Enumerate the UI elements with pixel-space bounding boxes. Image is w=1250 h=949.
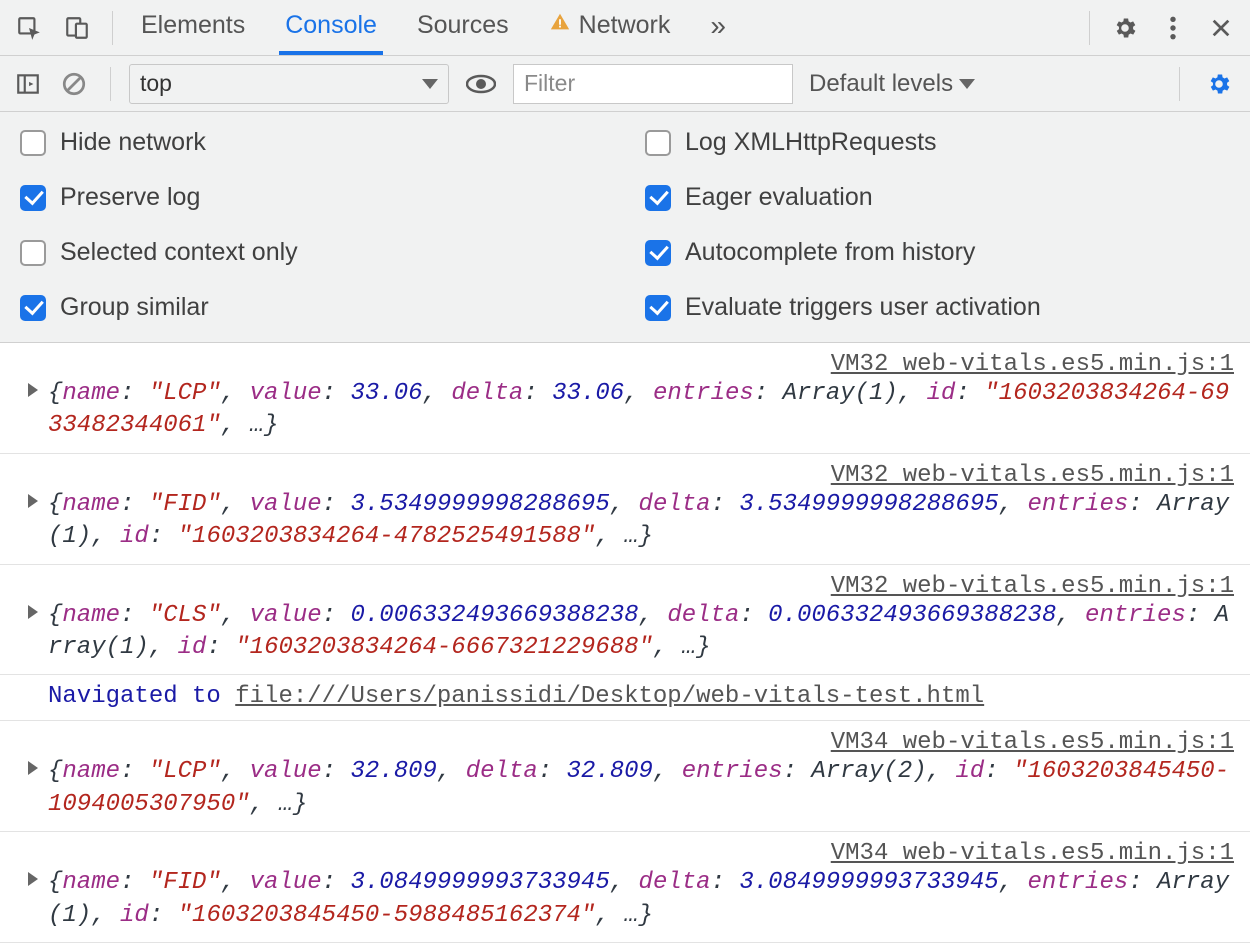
checkbox[interactable] bbox=[20, 185, 46, 211]
navigation-url[interactable]: file:///Users/panissidi/Desktop/web-vita… bbox=[235, 683, 984, 710]
checkbox[interactable] bbox=[645, 130, 671, 156]
checkbox[interactable] bbox=[20, 295, 46, 321]
setting-group-similar[interactable]: Group similar bbox=[20, 293, 605, 322]
separator bbox=[110, 67, 111, 101]
close-icon[interactable] bbox=[1200, 7, 1242, 49]
log-object[interactable]: {name: "FID", value: 3.0849999993733945,… bbox=[48, 867, 1234, 932]
levels-label: Default levels bbox=[809, 70, 953, 98]
expand-arrow-icon[interactable] bbox=[28, 605, 38, 619]
context-selector[interactable]: top bbox=[129, 64, 449, 104]
expand-arrow-icon[interactable] bbox=[28, 872, 38, 886]
separator bbox=[1089, 11, 1090, 45]
expand-arrow-icon[interactable] bbox=[28, 761, 38, 775]
console-log-area: VM32 web-vitals.es5.min.js:1{name: "LCP"… bbox=[0, 343, 1250, 943]
console-log-entry: VM34 web-vitals.es5.min.js:1{name: "LCP"… bbox=[0, 721, 1250, 832]
settings-icon[interactable] bbox=[1104, 7, 1146, 49]
log-source-link[interactable]: VM32 web-vitals.es5.min.js:1 bbox=[48, 573, 1234, 600]
expand-arrow-icon[interactable] bbox=[28, 383, 38, 397]
log-object[interactable]: {name: "CLS", value: 0.00633249366938823… bbox=[48, 600, 1234, 665]
live-expression-icon[interactable] bbox=[459, 63, 503, 105]
navigation-label: Navigated to bbox=[48, 683, 235, 710]
device-toolbar-icon[interactable] bbox=[56, 7, 98, 49]
expand-arrow-icon[interactable] bbox=[28, 494, 38, 508]
setting-preserve-log[interactable]: Preserve log bbox=[20, 183, 605, 212]
navigation-entry: Navigated to file:///Users/panissidi/Des… bbox=[0, 675, 1250, 721]
log-source-link[interactable]: VM34 web-vitals.es5.min.js:1 bbox=[48, 840, 1234, 867]
checkbox-label: Preserve log bbox=[60, 183, 200, 212]
clear-console-icon[interactable] bbox=[56, 63, 92, 105]
console-log-entry: VM34 web-vitals.es5.min.js:1{name: "FID"… bbox=[0, 832, 1250, 943]
tab-console[interactable]: Console bbox=[279, 0, 383, 55]
checkbox[interactable] bbox=[20, 130, 46, 156]
console-settings-panel: Hide network Log XMLHttpRequests Preserve … bbox=[0, 112, 1250, 343]
tab-network[interactable]: Network bbox=[543, 0, 677, 55]
setting-selected-context-only[interactable]: Selected context only bbox=[20, 238, 605, 267]
checkbox[interactable] bbox=[20, 240, 46, 266]
checkbox-label: Autocomplete from history bbox=[685, 238, 975, 267]
setting-hide-network[interactable]: Hide network bbox=[20, 128, 605, 157]
separator bbox=[1179, 67, 1180, 101]
console-log-entry: VM32 web-vitals.es5.min.js:1{name: "LCP"… bbox=[0, 343, 1250, 454]
filter-input[interactable] bbox=[513, 64, 793, 104]
console-toolbar: top Default levels bbox=[0, 56, 1250, 112]
checkbox-label: Eager evaluation bbox=[685, 183, 873, 212]
devtools-main-toolbar: Elements Console Sources Network » bbox=[0, 0, 1250, 56]
checkbox[interactable] bbox=[645, 240, 671, 266]
checkbox-label: Hide network bbox=[60, 128, 206, 157]
checkbox-label: Selected context only bbox=[60, 238, 298, 267]
checkbox-label: Log XMLHttpRequests bbox=[685, 128, 937, 157]
sidebar-toggle-icon[interactable] bbox=[10, 63, 46, 105]
setting-log-xmlhttprequests[interactable]: Log XMLHttpRequests bbox=[645, 128, 1230, 157]
setting-evaluate-triggers-user-activation[interactable]: Evaluate triggers user activation bbox=[645, 293, 1230, 322]
separator bbox=[112, 11, 113, 45]
warning-icon bbox=[549, 11, 571, 40]
setting-eager-evaluation[interactable]: Eager evaluation bbox=[645, 183, 1230, 212]
inspect-element-icon[interactable] bbox=[8, 7, 50, 49]
kebab-menu-icon[interactable] bbox=[1152, 7, 1194, 49]
console-log-entry: VM32 web-vitals.es5.min.js:1{name: "FID"… bbox=[0, 454, 1250, 565]
console-settings-icon[interactable] bbox=[1198, 63, 1240, 105]
more-tabs-icon[interactable]: » bbox=[704, 0, 732, 55]
tab-elements[interactable]: Elements bbox=[135, 0, 251, 55]
log-object[interactable]: {name: "LCP", value: 33.06, delta: 33.06… bbox=[48, 378, 1234, 443]
chevron-down-icon bbox=[959, 79, 975, 89]
checkbox-label: Evaluate triggers user activation bbox=[685, 293, 1041, 322]
log-source-link[interactable]: VM32 web-vitals.es5.min.js:1 bbox=[48, 462, 1234, 489]
log-source-link[interactable]: VM34 web-vitals.es5.min.js:1 bbox=[48, 729, 1234, 756]
panel-tabs: Elements Console Sources Network » bbox=[127, 0, 732, 55]
checkbox-label: Group similar bbox=[60, 293, 209, 322]
tab-sources[interactable]: Sources bbox=[411, 0, 515, 55]
context-value: top bbox=[140, 70, 172, 97]
log-levels-selector[interactable]: Default levels bbox=[803, 70, 981, 98]
checkbox[interactable] bbox=[645, 185, 671, 211]
tab-network-label: Network bbox=[579, 11, 671, 40]
log-object[interactable]: {name: "LCP", value: 32.809, delta: 32.8… bbox=[48, 756, 1234, 821]
setting-autocomplete-from-history[interactable]: Autocomplete from history bbox=[645, 238, 1230, 267]
log-source-link[interactable]: VM32 web-vitals.es5.min.js:1 bbox=[48, 351, 1234, 378]
console-log-entry: VM32 web-vitals.es5.min.js:1{name: "CLS"… bbox=[0, 565, 1250, 676]
chevron-down-icon bbox=[422, 79, 438, 89]
log-object[interactable]: {name: "FID", value: 3.5349999998288695,… bbox=[48, 489, 1234, 554]
checkbox[interactable] bbox=[645, 295, 671, 321]
